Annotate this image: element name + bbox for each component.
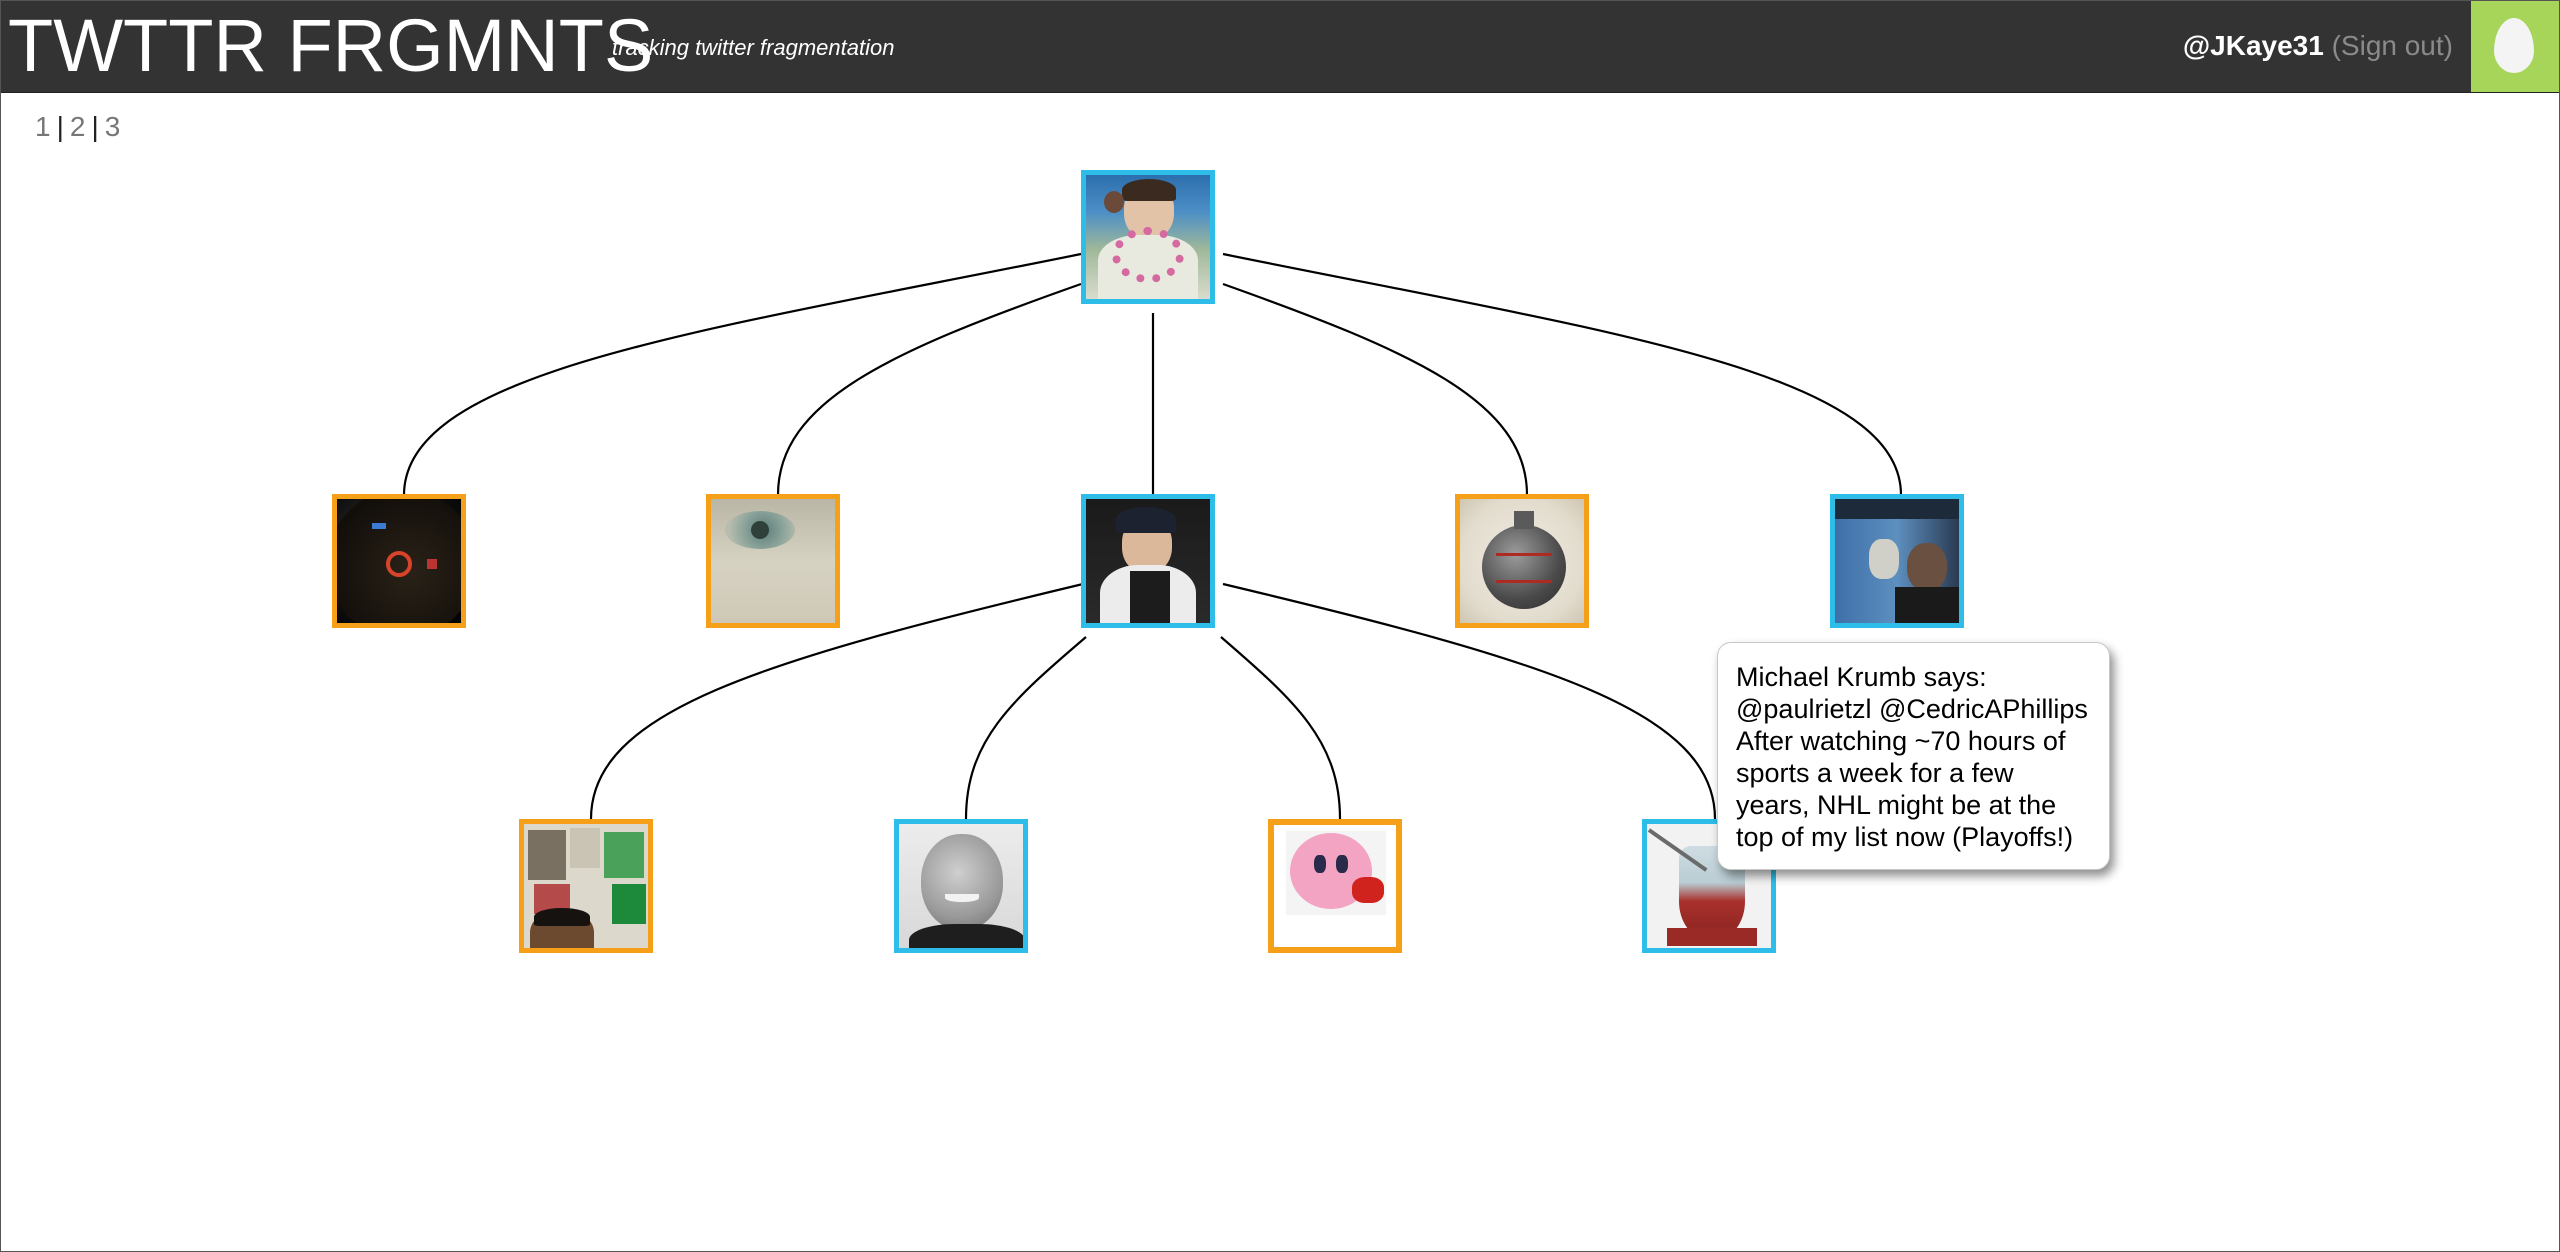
user-avatar [1460, 499, 1584, 623]
tweet-node[interactable] [519, 819, 653, 953]
tweet-node[interactable] [1830, 494, 1964, 628]
tree-edge [1222, 282, 1529, 496]
tweet-node[interactable] [706, 494, 840, 628]
tweet-node[interactable] [1455, 494, 1589, 628]
user-avatar [1086, 499, 1210, 623]
page: TWTTR FRGMNTS tracking twitter fragmenta… [0, 0, 2560, 1252]
tweet-node-root[interactable] [1081, 170, 1215, 304]
user-avatar [1086, 175, 1210, 299]
tree-edge [1220, 636, 1342, 820]
tweet-node[interactable] [1268, 819, 1402, 953]
tree-edge [964, 636, 1087, 820]
tree-edge [776, 282, 1082, 496]
user-avatar [899, 824, 1023, 948]
user-avatar [711, 499, 835, 623]
tweet-tooltip: Michael Krumb says: @paulrietzl @CedricA… [1717, 642, 2110, 870]
tweet-node[interactable] [894, 819, 1028, 953]
user-avatar [1274, 825, 1396, 947]
user-avatar [524, 824, 648, 948]
tooltip-text: @paulrietzl @CedricAPhillips After watch… [1736, 694, 2088, 852]
user-avatar [1835, 499, 1959, 623]
user-avatar [337, 499, 461, 623]
tooltip-speaker: Michael Krumb says: [1736, 662, 1987, 692]
tree-edge [1222, 252, 1903, 496]
tweet-node[interactable] [332, 494, 466, 628]
tree-edge [402, 252, 1082, 496]
tweet-node-mid[interactable] [1081, 494, 1215, 628]
